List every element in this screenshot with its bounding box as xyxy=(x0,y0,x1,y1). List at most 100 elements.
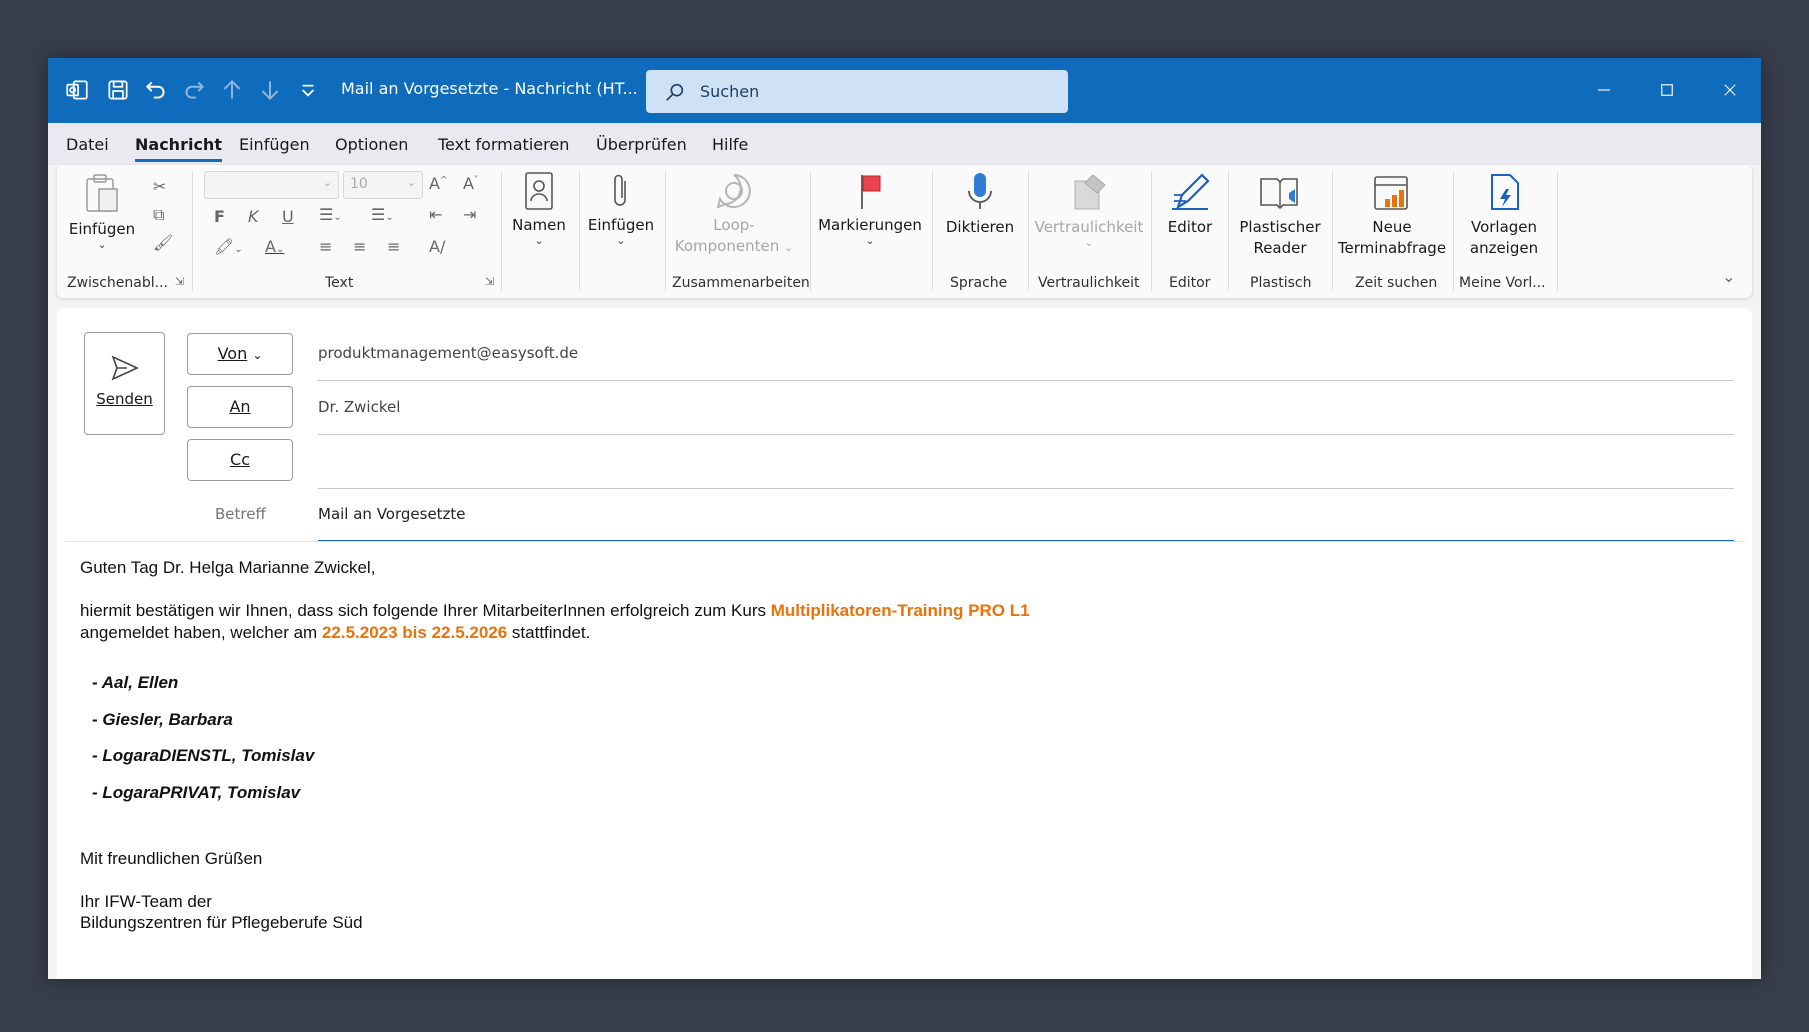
chevron-down-icon: ⌄ xyxy=(865,234,875,247)
underline-icon[interactable]: U xyxy=(282,207,294,226)
align-center-icon[interactable]: ≡ xyxy=(353,237,366,256)
to-label: An xyxy=(229,397,251,416)
dictate-button[interactable]: Diktieren xyxy=(940,171,1020,238)
customize-qat-icon[interactable] xyxy=(292,74,324,106)
redo-icon[interactable] xyxy=(178,74,210,106)
templates-icon xyxy=(1491,174,1519,210)
sensitivity-button[interactable]: Vertraulichkeit ⌄ xyxy=(1033,171,1145,248)
cc-button[interactable]: Cc xyxy=(187,439,293,481)
tags-label: Markierungen xyxy=(818,216,922,234)
text-launcher-icon[interactable]: ⇲ xyxy=(485,275,494,288)
send-icon xyxy=(111,355,139,381)
templates-label-1: Vorlagen xyxy=(1470,218,1538,236)
increase-indent-icon[interactable]: ⇥ xyxy=(463,205,476,224)
menu-ueberpruefen[interactable]: Überprüfen xyxy=(596,135,687,154)
cut-icon[interactable]: ✂ xyxy=(153,177,166,196)
menu-datei[interactable]: Datei xyxy=(66,135,109,154)
body-signature-1: Ihr IFW-Team der xyxy=(80,892,212,911)
group-label-findtime: Zeit suchen xyxy=(1355,275,1438,291)
styles-icon[interactable]: A/ xyxy=(429,237,445,256)
ribbon-separator xyxy=(1028,171,1029,291)
clipboard-launcher-icon[interactable]: ⇲ xyxy=(175,275,184,288)
numbering-icon[interactable]: ☰⌄ xyxy=(371,205,394,224)
templates-label-2: anzeigen xyxy=(1469,239,1539,257)
findtime-label-2: Terminabfrage xyxy=(1337,239,1447,257)
send-button[interactable]: Senden xyxy=(84,332,165,435)
cc-underline xyxy=(318,488,1734,489)
header-divider xyxy=(65,541,1745,542)
findtime-label-1: Neue xyxy=(1372,218,1412,236)
group-label-speech: Sprache xyxy=(950,275,1008,291)
close-button[interactable] xyxy=(1708,70,1752,110)
chevron-down-icon: ⌄ xyxy=(1084,236,1094,249)
minimize-button[interactable] xyxy=(1582,70,1626,110)
editor-pen-icon xyxy=(1172,173,1210,210)
italic-icon[interactable]: K xyxy=(248,207,259,226)
immersive-label-2: Reader xyxy=(1253,239,1307,257)
shrink-font-icon[interactable]: A˅ xyxy=(463,174,478,193)
dictate-label: Diktieren xyxy=(945,218,1015,236)
sensitivity-icon xyxy=(1074,174,1106,210)
loop-label-1: Loop- xyxy=(713,216,755,234)
send-label: Senden xyxy=(96,390,153,408)
close-icon xyxy=(1724,84,1736,96)
decrease-indent-icon[interactable]: ⇤ xyxy=(429,205,442,224)
immersive-label-1: Plastischer xyxy=(1239,218,1321,236)
from-underline xyxy=(318,380,1734,381)
loop-icon xyxy=(716,174,751,209)
from-button[interactable]: Von ⌄ xyxy=(187,333,293,375)
align-left-icon[interactable]: ≡ xyxy=(319,237,332,256)
loop-components-button[interactable]: Loop- Komponenten ⌄ xyxy=(669,171,799,258)
microphone-icon xyxy=(968,173,992,209)
group-label-clipboard: Zwischenabl... xyxy=(67,275,168,291)
subject-label: Betreff xyxy=(215,505,266,523)
paste-button[interactable]: Einfügen ⌄ xyxy=(65,171,139,250)
view-templates-button[interactable]: Vorlagen anzeigen xyxy=(1459,171,1549,259)
search-box[interactable]: Suchen xyxy=(646,70,1068,113)
immersive-reader-button[interactable]: Plastischer Reader xyxy=(1235,171,1325,259)
new-meeting-poll-button[interactable]: Neue Terminabfrage xyxy=(1337,171,1447,259)
font-color-icon[interactable]: A⌄ xyxy=(265,237,284,256)
from-label: Von xyxy=(217,344,248,363)
grow-font-icon[interactable]: A^ xyxy=(429,174,448,193)
menu-einfuegen[interactable]: Einfügen xyxy=(239,135,310,154)
body-line-2-text: angemeldet haben, welcher am xyxy=(80,623,322,642)
next-item-icon[interactable] xyxy=(254,74,286,106)
editor-button[interactable]: Editor xyxy=(1157,171,1223,238)
previous-item-icon[interactable] xyxy=(216,74,248,106)
insert-label: Einfügen xyxy=(587,216,655,234)
ribbon-separator xyxy=(810,171,811,291)
to-field[interactable]: Dr. Zwickel xyxy=(318,398,400,416)
participant-item: - LogaraDIENSTL, Tomislav xyxy=(92,746,315,765)
maximize-button[interactable] xyxy=(1645,70,1689,110)
body-line-2-end: stattfindet. xyxy=(507,623,591,642)
group-label-collaborate: Zusammenarbeiten xyxy=(672,275,810,291)
attach-file-button[interactable]: Einfügen ⌄ xyxy=(585,171,657,246)
menu-text-formatieren[interactable]: Text formatieren xyxy=(438,135,569,154)
subject-field[interactable]: Mail an Vorgesetzte xyxy=(318,505,466,523)
align-right-icon[interactable]: ≡ xyxy=(387,237,400,256)
ribbon-separator xyxy=(1332,171,1333,291)
font-name-combo[interactable]: ⌄ xyxy=(204,171,339,199)
save-icon[interactable] xyxy=(102,74,134,106)
ribbon-expand-chevron-icon[interactable]: ⌄ xyxy=(1722,267,1735,286)
ribbon-separator xyxy=(1151,171,1152,291)
ribbon-separator xyxy=(501,171,502,291)
ribbon-separator xyxy=(932,171,933,291)
clipboard-icon xyxy=(86,174,118,212)
names-button[interactable]: Namen ⌄ xyxy=(509,171,569,246)
undo-icon[interactable] xyxy=(140,74,172,106)
body-line-1: hiermit bestätigen wir Ihnen, dass sich … xyxy=(80,601,1030,621)
highlight-icon[interactable]: 🖍⌄ xyxy=(214,237,243,256)
copy-icon[interactable]: ⧉ xyxy=(153,205,164,225)
to-button[interactable]: An xyxy=(187,386,293,428)
format-painter-icon[interactable]: 🖌 xyxy=(153,233,173,252)
bullets-icon[interactable]: ☰⌄ xyxy=(319,205,342,224)
menu-optionen[interactable]: Optionen xyxy=(335,135,408,154)
font-size-combo[interactable]: 10 ⌄ xyxy=(343,171,423,199)
menu-nachricht[interactable]: Nachricht xyxy=(135,135,222,162)
menu-hilfe[interactable]: Hilfe xyxy=(712,135,748,154)
tags-button[interactable]: Markierungen ⌄ xyxy=(815,171,925,246)
to-underline xyxy=(318,434,1734,435)
bold-icon[interactable]: F xyxy=(214,207,225,226)
